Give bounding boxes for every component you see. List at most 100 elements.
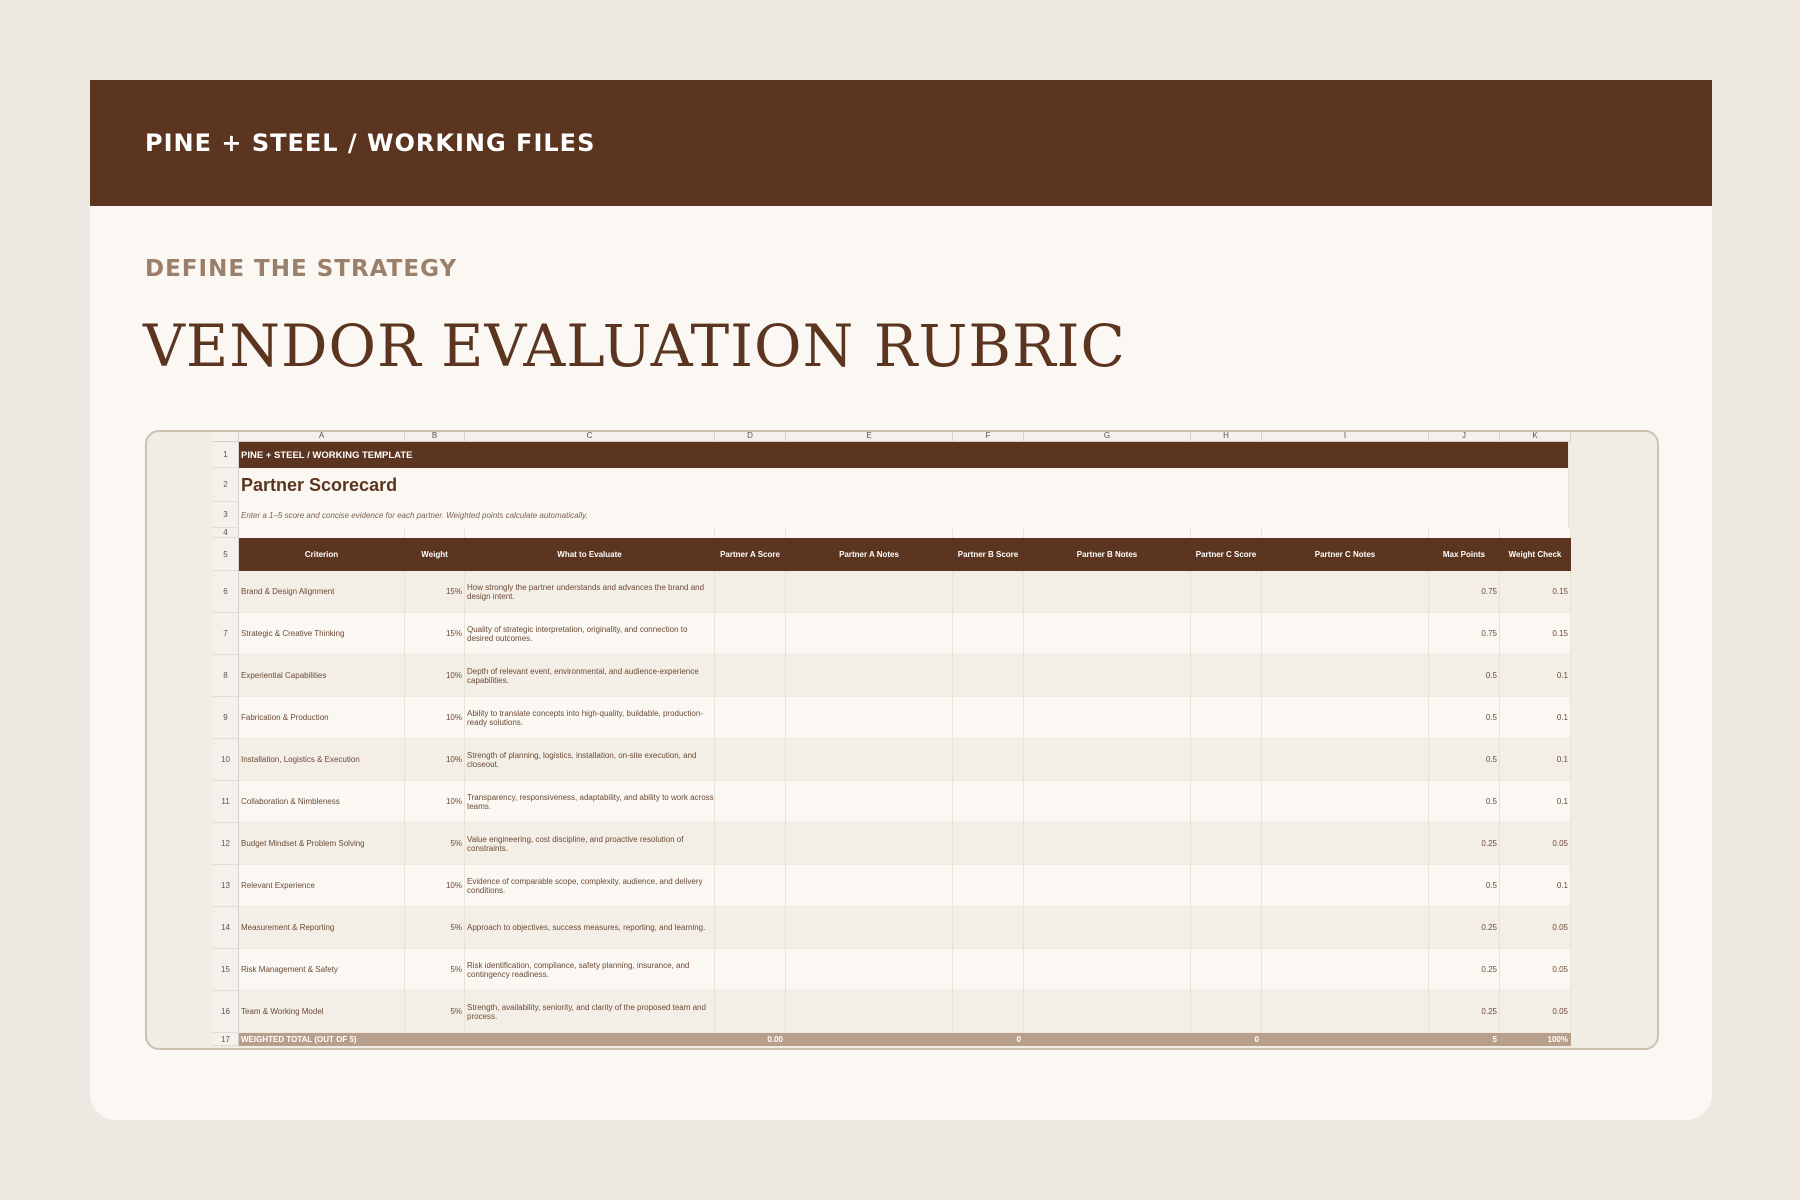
header-cell[interactable]: What to Evaluate bbox=[465, 538, 715, 571]
weight-cell[interactable]: 15% bbox=[405, 613, 465, 655]
partner-b-notes-cell[interactable] bbox=[1024, 949, 1191, 991]
partner-a-notes-cell[interactable] bbox=[786, 781, 953, 823]
empty-cell[interactable] bbox=[1024, 1033, 1191, 1046]
partner-c-notes-cell[interactable] bbox=[1262, 781, 1429, 823]
empty-cell[interactable] bbox=[786, 528, 953, 538]
max-points-cell[interactable]: 0.25 bbox=[1429, 949, 1500, 991]
empty-cell[interactable] bbox=[786, 1033, 953, 1046]
partner-a-notes-cell[interactable] bbox=[786, 823, 953, 865]
row-number[interactable]: 1 bbox=[213, 442, 239, 468]
partner-b-notes-cell[interactable] bbox=[1024, 571, 1191, 613]
partner-a-score-cell[interactable] bbox=[715, 991, 786, 1033]
criterion-cell[interactable]: Team & Working Model bbox=[239, 991, 405, 1033]
header-cell[interactable]: Partner B Notes bbox=[1024, 538, 1191, 571]
empty-cell[interactable] bbox=[715, 528, 786, 538]
weight-cell[interactable]: 5% bbox=[405, 949, 465, 991]
row-number[interactable]: 7 bbox=[213, 613, 239, 655]
select-all-corner[interactable] bbox=[213, 432, 239, 442]
max-points-cell[interactable]: 0.5 bbox=[1429, 697, 1500, 739]
partner-b-total-cell[interactable]: 0 bbox=[953, 1033, 1024, 1046]
column-header[interactable]: C bbox=[465, 432, 715, 442]
evaluate-cell[interactable]: Quality of strategic interpretation, ori… bbox=[465, 613, 715, 655]
template-banner-cell[interactable]: PINE + STEEL / WORKING TEMPLATE bbox=[239, 442, 1569, 468]
partner-b-score-cell[interactable] bbox=[953, 823, 1024, 865]
max-points-cell[interactable]: 0.25 bbox=[1429, 823, 1500, 865]
row-number[interactable]: 16 bbox=[213, 991, 239, 1033]
weight-check-cell[interactable]: 0.1 bbox=[1500, 739, 1571, 781]
criterion-cell[interactable]: Relevant Experience bbox=[239, 865, 405, 907]
empty-cell[interactable] bbox=[1024, 528, 1191, 538]
weight-cell[interactable]: 5% bbox=[405, 991, 465, 1033]
partner-b-notes-cell[interactable] bbox=[1024, 655, 1191, 697]
evaluate-cell[interactable]: Risk identification, compliance, safety … bbox=[465, 949, 715, 991]
weight-check-cell[interactable]: 0.1 bbox=[1500, 865, 1571, 907]
partner-b-score-cell[interactable] bbox=[953, 991, 1024, 1033]
partner-c-score-cell[interactable] bbox=[1191, 781, 1262, 823]
evaluate-cell[interactable]: Strength of planning, logistics, install… bbox=[465, 739, 715, 781]
row-number[interactable]: 2 bbox=[213, 468, 239, 502]
partner-a-score-cell[interactable] bbox=[715, 697, 786, 739]
max-points-cell[interactable]: 0.5 bbox=[1429, 865, 1500, 907]
weight-check-cell[interactable]: 0.05 bbox=[1500, 991, 1571, 1033]
header-cell[interactable]: Partner B Score bbox=[953, 538, 1024, 571]
weight-check-cell[interactable]: 0.1 bbox=[1500, 781, 1571, 823]
partner-b-score-cell[interactable] bbox=[953, 865, 1024, 907]
weight-cell[interactable]: 15% bbox=[405, 571, 465, 613]
partner-a-score-cell[interactable] bbox=[715, 655, 786, 697]
partner-a-score-cell[interactable] bbox=[715, 907, 786, 949]
partner-a-score-cell[interactable] bbox=[715, 613, 786, 655]
weight-check-total-cell[interactable]: 100% bbox=[1500, 1033, 1571, 1046]
weight-check-cell[interactable]: 0.05 bbox=[1500, 949, 1571, 991]
criterion-cell[interactable]: Risk Management & Safety bbox=[239, 949, 405, 991]
partner-b-notes-cell[interactable] bbox=[1024, 613, 1191, 655]
column-header[interactable]: D bbox=[715, 432, 786, 442]
evaluate-cell[interactable]: Strength, availability, seniority, and c… bbox=[465, 991, 715, 1033]
row-number[interactable]: 11 bbox=[213, 781, 239, 823]
criterion-cell[interactable]: Budget Mindset & Problem Solving bbox=[239, 823, 405, 865]
row-number[interactable]: 12 bbox=[213, 823, 239, 865]
partner-c-score-cell[interactable] bbox=[1191, 571, 1262, 613]
empty-cell[interactable] bbox=[1429, 528, 1500, 538]
weight-check-cell[interactable]: 0.15 bbox=[1500, 571, 1571, 613]
partner-a-notes-cell[interactable] bbox=[786, 571, 953, 613]
header-cell[interactable]: Max Points bbox=[1429, 538, 1500, 571]
partner-c-notes-cell[interactable] bbox=[1262, 907, 1429, 949]
row-number[interactable]: 14 bbox=[213, 907, 239, 949]
empty-cell[interactable] bbox=[405, 528, 465, 538]
partner-a-notes-cell[interactable] bbox=[786, 907, 953, 949]
column-header[interactable]: E bbox=[786, 432, 953, 442]
partner-c-score-cell[interactable] bbox=[1191, 655, 1262, 697]
partner-a-notes-cell[interactable] bbox=[786, 739, 953, 781]
partner-c-notes-cell[interactable] bbox=[1262, 949, 1429, 991]
max-points-cell[interactable]: 0.25 bbox=[1429, 907, 1500, 949]
empty-cell[interactable] bbox=[465, 528, 715, 538]
row-number[interactable]: 10 bbox=[213, 739, 239, 781]
header-cell[interactable]: Criterion bbox=[239, 538, 405, 571]
criterion-cell[interactable]: Collaboration & Nimbleness bbox=[239, 781, 405, 823]
partner-c-score-cell[interactable] bbox=[1191, 739, 1262, 781]
column-header[interactable]: A bbox=[239, 432, 405, 442]
partner-a-notes-cell[interactable] bbox=[786, 991, 953, 1033]
partner-c-total-cell[interactable]: 0 bbox=[1191, 1033, 1262, 1046]
row-number[interactable]: 13 bbox=[213, 865, 239, 907]
evaluate-cell[interactable]: How strongly the partner understands and… bbox=[465, 571, 715, 613]
empty-cell[interactable] bbox=[953, 528, 1024, 538]
max-points-cell[interactable]: 0.5 bbox=[1429, 739, 1500, 781]
weight-check-cell[interactable]: 0.1 bbox=[1500, 655, 1571, 697]
weight-cell[interactable]: 10% bbox=[405, 781, 465, 823]
partner-c-notes-cell[interactable] bbox=[1262, 655, 1429, 697]
weight-check-cell[interactable]: 0.05 bbox=[1500, 907, 1571, 949]
criterion-cell[interactable]: Installation, Logistics & Execution bbox=[239, 739, 405, 781]
partner-b-notes-cell[interactable] bbox=[1024, 781, 1191, 823]
partner-a-notes-cell[interactable] bbox=[786, 949, 953, 991]
header-cell[interactable]: Partner C Notes bbox=[1262, 538, 1429, 571]
column-header[interactable]: B bbox=[405, 432, 465, 442]
max-points-cell[interactable]: 0.75 bbox=[1429, 571, 1500, 613]
row-number[interactable]: 4 bbox=[213, 528, 239, 538]
partner-c-notes-cell[interactable] bbox=[1262, 697, 1429, 739]
column-header[interactable]: G bbox=[1024, 432, 1191, 442]
partner-a-score-cell[interactable] bbox=[715, 739, 786, 781]
row-number[interactable]: 3 bbox=[213, 502, 239, 528]
evaluate-cell[interactable]: Value engineering, cost discipline, and … bbox=[465, 823, 715, 865]
partner-b-notes-cell[interactable] bbox=[1024, 991, 1191, 1033]
